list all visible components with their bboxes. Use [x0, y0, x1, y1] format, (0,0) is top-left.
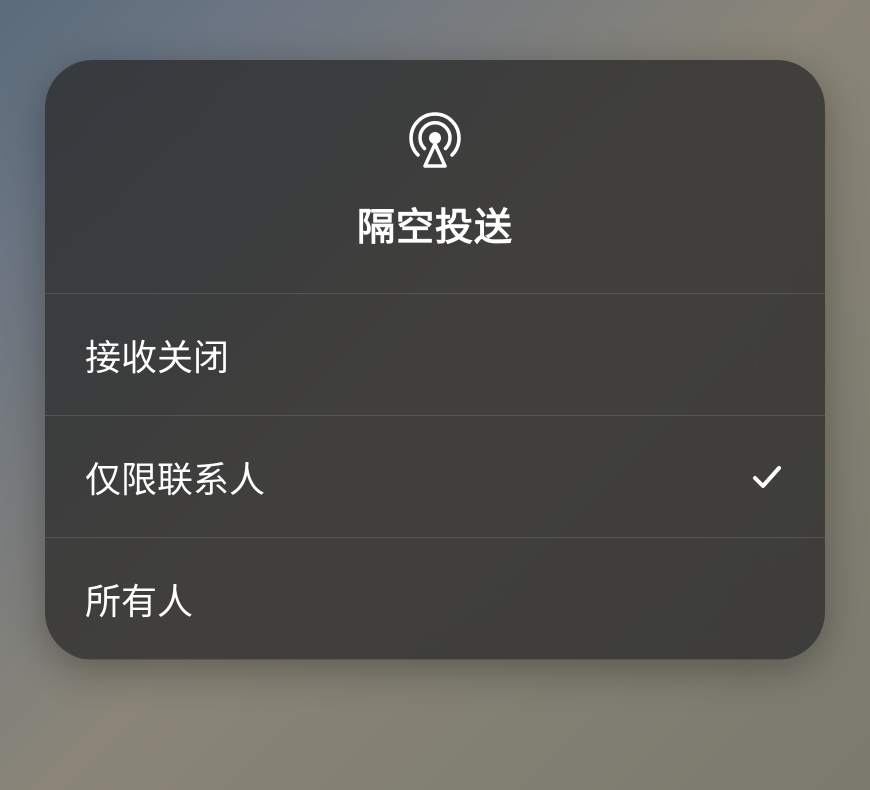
option-contacts-only[interactable]: 仅限联系人: [45, 416, 825, 538]
option-receiving-off[interactable]: 接收关闭: [45, 294, 825, 416]
option-label: 仅限联系人: [85, 451, 265, 503]
panel-title: 隔空投送: [357, 196, 513, 251]
option-label: 所有人: [85, 573, 193, 625]
panel-header: 隔空投送: [45, 60, 825, 294]
option-label: 接收关闭: [85, 329, 229, 381]
airdrop-panel: 隔空投送 接收关闭 仅限联系人 所有人: [45, 60, 825, 660]
check-icon: [749, 459, 785, 495]
option-everyone[interactable]: 所有人: [45, 538, 825, 660]
airdrop-icon: [405, 108, 465, 168]
options-list: 接收关闭 仅限联系人 所有人: [45, 294, 825, 660]
